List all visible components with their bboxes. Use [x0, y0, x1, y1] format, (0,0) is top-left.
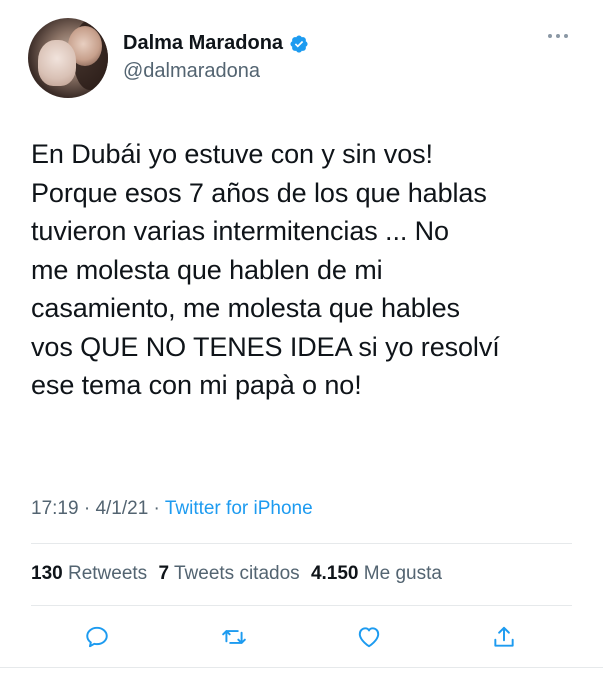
tweet-meta: 17:19 · 4/1/21 · Twitter for iPhone — [31, 498, 313, 520]
quotes-label: Tweets citados — [173, 563, 300, 584]
quotes-count: 7 — [158, 563, 170, 584]
retweets-label: Retweets — [67, 563, 148, 584]
avatar-baby-shape — [38, 40, 76, 86]
likes-label: Me gusta — [363, 563, 442, 584]
divider — [31, 543, 572, 544]
author-display-name[interactable]: Dalma Maradona — [123, 32, 283, 55]
meta-separator: · — [153, 498, 160, 519]
retweet-arrows-icon — [222, 630, 246, 644]
likes-count: 4.150 — [310, 563, 359, 584]
author-handle[interactable]: @dalmaradona — [123, 60, 260, 83]
tweet-date[interactable]: 4/1/21 — [95, 498, 148, 519]
retweets-stat[interactable]: 130 Retweets — [31, 563, 147, 584]
quotes-stat[interactable]: 7 Tweets citados — [158, 563, 299, 584]
author-name-row: Dalma Maradona — [123, 32, 309, 55]
verified-badge-icon — [289, 34, 309, 54]
tweet-text: En Dubái yo estuve con y sin vos! Porque… — [31, 139, 500, 400]
heart-icon — [358, 627, 380, 648]
reply-button[interactable] — [82, 622, 112, 652]
speech-bubble-icon — [86, 626, 108, 648]
tweet-actions-bar — [0, 622, 603, 654]
more-dot — [564, 34, 568, 38]
engagement-stats: 130 Retweets 7 Tweets citados 4.150 Me g… — [31, 563, 442, 585]
avatar[interactable] — [28, 18, 108, 98]
share-button[interactable] — [489, 622, 519, 652]
tweet-time[interactable]: 17:19 — [31, 498, 79, 519]
meta-separator: · — [83, 498, 91, 519]
retweets-count: 130 — [31, 563, 63, 584]
tweet-source-link[interactable]: Twitter for iPhone — [165, 498, 313, 519]
tweet-card: Dalma Maradona @dalmaradona En Dubái yo … — [0, 0, 603, 675]
retweet-button[interactable] — [219, 622, 249, 652]
like-button[interactable] — [354, 622, 384, 652]
bottom-divider — [0, 667, 603, 668]
more-dot — [556, 34, 560, 38]
more-dot — [548, 34, 552, 38]
more-options-icon[interactable] — [548, 34, 568, 38]
divider — [31, 605, 572, 606]
likes-stat[interactable]: 4.150 Me gusta — [311, 563, 442, 584]
share-upload-icon — [494, 626, 514, 647]
